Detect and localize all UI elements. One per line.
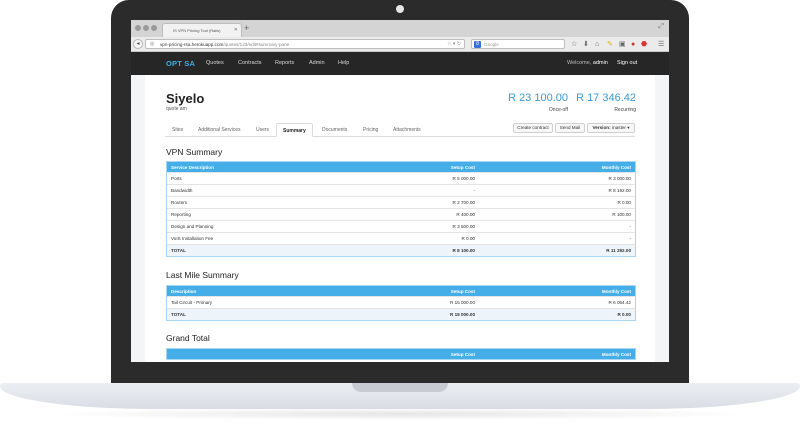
nav-link-admin[interactable]: Admin — [309, 60, 325, 66]
pocket-icon[interactable]: ▣ — [619, 40, 626, 49]
laptop-screen: IS VPN Pricing Tool (Rails) ✕ + ⤢ ◂ ◎ vp… — [131, 20, 669, 362]
table-row: Tail Circuit - Primary R 15 000.00 R 6 054… — [167, 296, 635, 308]
menu-icon[interactable]: ☰ — [658, 40, 664, 49]
record-icon[interactable]: ● — [631, 40, 635, 49]
adblock-icon[interactable]: ⬣ — [641, 40, 647, 49]
url-path: /quotes/123/edit#summary-pane — [223, 42, 290, 47]
fullscreen-icon[interactable]: ⤢ — [658, 23, 664, 31]
tab-documents[interactable]: Documents — [322, 127, 347, 133]
tab-pricing[interactable]: Pricing — [363, 127, 378, 133]
home-icon[interactable]: ⌂ — [595, 40, 599, 49]
once-off-amount: R 23 100.00 — [508, 92, 568, 104]
search-placeholder: Google — [484, 42, 499, 47]
column-header-description: Description — [171, 289, 197, 294]
globe-icon: ◎ — [150, 41, 155, 47]
content-panel: Siyelo quote am R 23 100.00 Once-off R 1… — [145, 75, 655, 362]
table-row: Ports R 5 000.00 R 3 000.00 — [167, 172, 635, 184]
last-mile-summary-title: Last Mile Summary — [166, 270, 239, 280]
table-total-row: TOTAL R 15 000.00 R 0.00 — [167, 308, 635, 320]
brand-logo[interactable]: OPT SA — [166, 59, 195, 68]
column-header-monthly: Monthly Cost — [601, 165, 631, 170]
column-header-setup: Setup Cost — [450, 165, 475, 170]
table-header: Service Description Setup Cost Monthly C… — [167, 162, 635, 172]
table-header: Description Setup Cost Monthly Cost — [167, 286, 635, 296]
download-icon[interactable]: ⬇ — [583, 40, 589, 49]
username[interactable]: admin — [593, 60, 608, 66]
webcam — [396, 5, 404, 13]
version-value: master — [611, 125, 626, 130]
browser-tab[interactable]: IS VPN Pricing Tool (Rails) ✕ — [162, 23, 242, 37]
tab-users[interactable]: Users — [256, 127, 269, 133]
vpn-summary-table: Service Description Setup Cost Monthly C… — [166, 161, 636, 257]
vpn-summary-title: VPN Summary — [166, 147, 223, 157]
create-contract-button[interactable]: Create contract — [513, 123, 553, 133]
column-header-setup: Setup Cost — [450, 289, 475, 294]
nav-link-reports[interactable]: Reports — [275, 60, 294, 66]
search-engine-icon[interactable]: 8 — [474, 41, 481, 48]
column-header-setup: Setup Cost — [450, 352, 475, 357]
nav-link-contracts[interactable]: Contracts — [238, 60, 262, 66]
nav-link-quotes[interactable]: Quotes — [206, 60, 224, 66]
back-arrow-icon[interactable]: ◂ — [133, 39, 143, 49]
table-row: VoIS Installation Fee R 0.00- — [167, 232, 635, 244]
tab-summary[interactable]: Summary — [276, 123, 313, 137]
new-tab-icon[interactable]: + — [244, 22, 249, 34]
nav-link-help[interactable]: Help — [338, 60, 349, 66]
sign-out-link[interactable]: Sign out — [617, 60, 637, 66]
search-input[interactable]: 8 Google — [471, 39, 565, 49]
page-title: Siyelo — [166, 91, 205, 106]
table-row: Bandwidth - R 8 192.00 — [167, 184, 635, 196]
recurring-amount: R 17 346.42 — [576, 92, 636, 104]
browser-tab-bar: IS VPN Pricing Tool (Rails) ✕ + ⤢ — [131, 20, 669, 37]
bookmark-star-icon[interactable]: ☆ — [571, 40, 577, 49]
laptop-mockup: IS VPN Pricing Tool (Rails) ✕ + ⤢ ◂ ◎ vp… — [0, 0, 800, 428]
tab-additional-services[interactable]: Additional Services — [198, 127, 241, 133]
table-row: Routers R 2 700.00 R 0.00 — [167, 196, 635, 208]
page-subtitle: quote am — [166, 106, 187, 112]
app-navbar: OPT SA Quotes Contracts Reports Admin He… — [131, 52, 669, 75]
window-close-dot[interactable] — [135, 25, 141, 31]
grand-total-title: Grand Total — [166, 333, 210, 343]
send-mail-button[interactable]: Send Mail — [555, 123, 585, 133]
welcome-text: Welcome, admin — [567, 60, 608, 66]
window-maximize-dot[interactable] — [151, 25, 157, 31]
version-label: Version: — [592, 125, 611, 130]
table-total-row: TOTAL R 8 100.00 R 11 292.00 — [167, 244, 635, 256]
column-header-monthly: Monthly Cost — [601, 352, 631, 357]
browser-tab-title: IS VPN Pricing Tool (Rails) — [173, 28, 221, 33]
tab-close-icon[interactable]: ✕ — [234, 27, 238, 33]
version-select[interactable]: Version: master ▾ — [587, 123, 635, 133]
laptop-shadow — [40, 408, 760, 420]
recurring-label: Recurring — [614, 107, 636, 113]
url-host: vpn-pricing-rsa.herokuapp.com — [160, 42, 224, 47]
grand-total-table: Setup Cost Monthly Cost — [166, 348, 636, 360]
column-header-description: Service Description — [171, 165, 214, 170]
table-header: Setup Cost Monthly Cost — [167, 349, 635, 359]
last-mile-summary-table: Description Setup Cost Monthly Cost Tail… — [166, 285, 636, 321]
address-bar[interactable]: ◎ vpn-pricing-rsa.herokuapp.com/quotes/1… — [145, 39, 465, 49]
chevron-down-icon: ▾ — [627, 125, 630, 130]
window-minimize-dot[interactable] — [143, 25, 149, 31]
column-header-monthly: Monthly Cost — [601, 289, 631, 294]
table-row: Reporting R 400.00 R 100.00 — [167, 208, 635, 220]
browser-toolbar: ◂ ◎ vpn-pricing-rsa.herokuapp.com/quotes… — [131, 37, 669, 52]
extension-icon[interactable]: ✎ — [607, 40, 613, 49]
reload-icon[interactable]: ☆ ▾ ↻ — [447, 40, 461, 48]
once-off-label: Once-off — [548, 107, 568, 113]
table-row: Design and Planning R 3 500.00- — [167, 220, 635, 232]
tab-attachments[interactable]: Attachments — [393, 127, 421, 133]
laptop-base-notch — [352, 383, 448, 392]
tab-sites[interactable]: Sites — [172, 127, 183, 133]
